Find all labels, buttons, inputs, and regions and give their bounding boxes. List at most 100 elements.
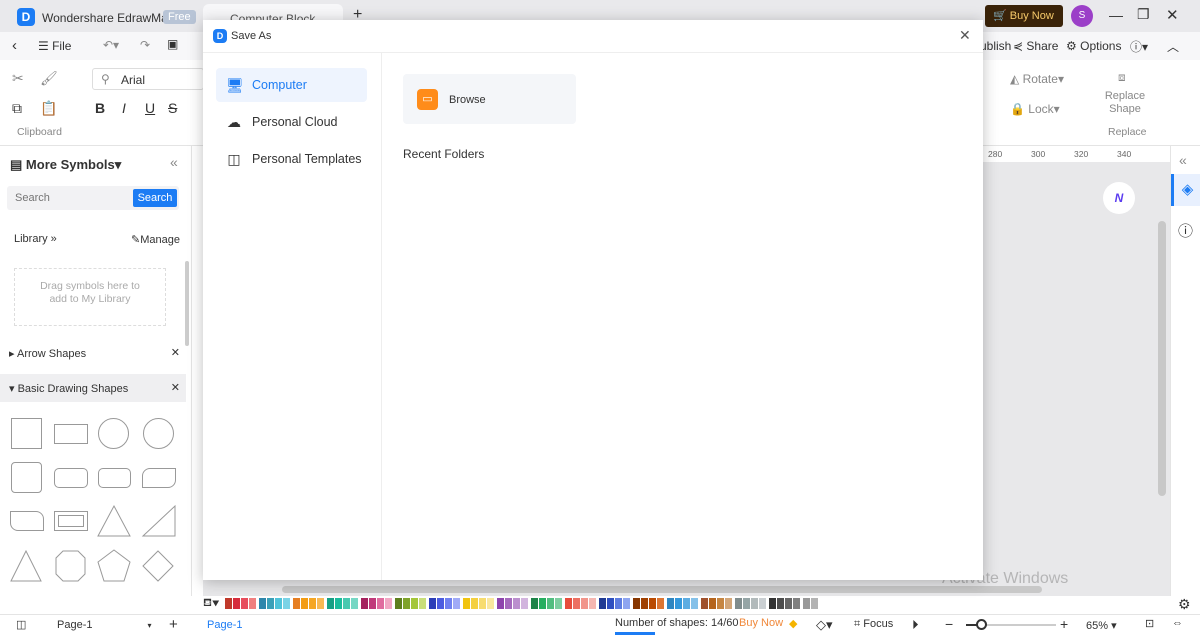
fill-bucket-icon[interactable]: ⛾▾ bbox=[203, 597, 219, 611]
nav-computer[interactable]: 🖥 Computer bbox=[216, 68, 367, 102]
collapse-panel-icon[interactable]: « bbox=[170, 154, 178, 170]
color-swatch[interactable] bbox=[471, 598, 478, 609]
shape-rectangle[interactable] bbox=[54, 424, 88, 444]
shape-frame[interactable] bbox=[54, 511, 88, 531]
color-swatch[interactable] bbox=[249, 598, 256, 609]
color-swatch[interactable] bbox=[505, 598, 512, 609]
status-buy-now-link[interactable]: Buy Now bbox=[739, 617, 783, 629]
color-swatch[interactable] bbox=[429, 598, 436, 609]
shape-circle[interactable] bbox=[98, 418, 129, 449]
close-window-icon[interactable]: ✕ bbox=[1166, 6, 1179, 24]
nav-personal-cloud[interactable]: ☁ Personal Cloud bbox=[216, 105, 367, 139]
color-swatch[interactable] bbox=[301, 598, 308, 609]
color-swatch[interactable] bbox=[327, 598, 334, 609]
color-swatch[interactable] bbox=[521, 598, 528, 609]
format-painter-icon[interactable]: 🖌 bbox=[40, 70, 58, 87]
color-swatch[interactable] bbox=[351, 598, 358, 609]
color-swatch[interactable] bbox=[581, 598, 588, 609]
color-swatch[interactable] bbox=[725, 598, 732, 609]
help-circle-icon[interactable]: ⓘ bbox=[1178, 220, 1193, 241]
color-swatch[interactable] bbox=[623, 598, 630, 609]
color-swatch[interactable] bbox=[241, 598, 248, 609]
font-select[interactable]: ⚲ Arial bbox=[92, 68, 204, 90]
shape-triangles[interactable] bbox=[97, 504, 177, 537]
color-swatch[interactable] bbox=[437, 598, 444, 609]
replace-shape-button[interactable]: Replace Shape bbox=[1100, 90, 1150, 116]
copy-icon[interactable]: ⧉ bbox=[12, 100, 22, 117]
color-swatch[interactable] bbox=[743, 598, 750, 609]
zoom-out-icon[interactable]: − bbox=[945, 616, 953, 632]
back-icon[interactable]: ‹ bbox=[12, 37, 17, 54]
layers-icon[interactable]: ◇▾ bbox=[816, 617, 833, 633]
manage-button[interactable]: ✎Manage bbox=[131, 233, 180, 246]
color-swatch[interactable] bbox=[633, 598, 640, 609]
section-basic-drawing-shapes[interactable]: ▾ Basic Drawing Shapes ✕ bbox=[0, 374, 186, 402]
nav-personal-templates[interactable]: ◫ Personal Templates bbox=[216, 142, 367, 176]
close-section-icon[interactable]: ✕ bbox=[171, 346, 180, 359]
minimize-icon[interactable]: — bbox=[1109, 7, 1123, 23]
color-swatch[interactable] bbox=[777, 598, 784, 609]
undo-icon[interactable]: ↶▾ bbox=[103, 38, 119, 52]
color-swatch[interactable] bbox=[615, 598, 622, 609]
color-swatch[interactable] bbox=[445, 598, 452, 609]
expand-panel-icon[interactable]: « bbox=[1179, 152, 1187, 168]
color-swatch[interactable] bbox=[343, 598, 350, 609]
color-swatch[interactable] bbox=[275, 598, 282, 609]
color-swatch[interactable] bbox=[573, 598, 580, 609]
color-swatch[interactable] bbox=[539, 598, 546, 609]
dialog-close-icon[interactable]: ✕ bbox=[959, 27, 971, 44]
collapse-ribbon-icon[interactable]: ︿ bbox=[1167, 38, 1179, 55]
color-swatch[interactable] bbox=[811, 598, 818, 609]
color-swatch[interactable] bbox=[293, 598, 300, 609]
help-icon[interactable]: ⓘ▾ bbox=[1130, 38, 1148, 55]
underline-icon[interactable]: U bbox=[145, 100, 155, 116]
lock-button[interactable]: 🔒 Lock▾ bbox=[1010, 102, 1060, 116]
color-swatch[interactable] bbox=[259, 598, 266, 609]
file-menu[interactable]: ☰ File bbox=[38, 39, 71, 53]
color-swatch[interactable] bbox=[267, 598, 274, 609]
color-swatch[interactable] bbox=[283, 598, 290, 609]
palette-settings-icon[interactable]: ⚙ bbox=[1178, 596, 1191, 613]
strikethrough-icon[interactable]: S bbox=[168, 100, 177, 116]
color-swatch[interactable] bbox=[317, 598, 324, 609]
color-swatch[interactable] bbox=[385, 598, 392, 609]
color-swatch[interactable] bbox=[649, 598, 656, 609]
color-swatch[interactable] bbox=[513, 598, 520, 609]
color-swatch[interactable] bbox=[547, 598, 554, 609]
fit-width-icon[interactable]: ⇔ bbox=[1172, 617, 1183, 629]
redo-icon[interactable]: ↷ bbox=[140, 38, 150, 52]
browse-button[interactable]: ▭ Browse bbox=[403, 74, 576, 124]
restore-icon[interactable]: ❐ bbox=[1137, 6, 1150, 23]
shape-snip-rectangle[interactable] bbox=[142, 468, 176, 488]
color-swatch[interactable] bbox=[717, 598, 724, 609]
color-swatch[interactable] bbox=[479, 598, 486, 609]
color-swatch[interactable] bbox=[683, 598, 690, 609]
color-swatch[interactable] bbox=[377, 598, 384, 609]
shape-ellipse[interactable] bbox=[143, 418, 174, 449]
color-swatch[interactable] bbox=[589, 598, 596, 609]
library-toggle[interactable]: Library » bbox=[14, 233, 57, 245]
rotate-button[interactable]: ◭ Rotate▾ bbox=[1010, 72, 1064, 86]
add-page-icon[interactable]: + bbox=[169, 616, 178, 633]
shape-square[interactable] bbox=[11, 418, 42, 449]
play-icon[interactable]: ⏵ bbox=[912, 617, 919, 633]
color-swatch[interactable] bbox=[411, 598, 418, 609]
shape-rounded-square[interactable] bbox=[11, 462, 42, 493]
color-swatch[interactable] bbox=[361, 598, 368, 609]
shape-round-corner[interactable] bbox=[10, 511, 44, 531]
buy-now-button[interactable]: 🛒 Buy Now bbox=[985, 5, 1063, 27]
zoom-slider[interactable] bbox=[966, 619, 1056, 630]
paste-icon[interactable]: 📋 bbox=[40, 100, 57, 117]
color-swatch[interactable] bbox=[785, 598, 792, 609]
section-arrow-shapes[interactable]: ▸ Arrow Shapes ✕ bbox=[0, 344, 186, 364]
color-swatch[interactable] bbox=[691, 598, 698, 609]
close-section-icon[interactable]: ✕ bbox=[171, 381, 180, 394]
color-swatch[interactable] bbox=[225, 598, 232, 609]
search-input[interactable] bbox=[7, 186, 132, 210]
color-swatch[interactable] bbox=[701, 598, 708, 609]
horizontal-scrollbar[interactable] bbox=[282, 586, 1042, 593]
color-swatch[interactable] bbox=[531, 598, 538, 609]
color-swatch[interactable] bbox=[751, 598, 758, 609]
color-swatch[interactable] bbox=[803, 598, 810, 609]
color-swatch[interactable] bbox=[555, 598, 562, 609]
